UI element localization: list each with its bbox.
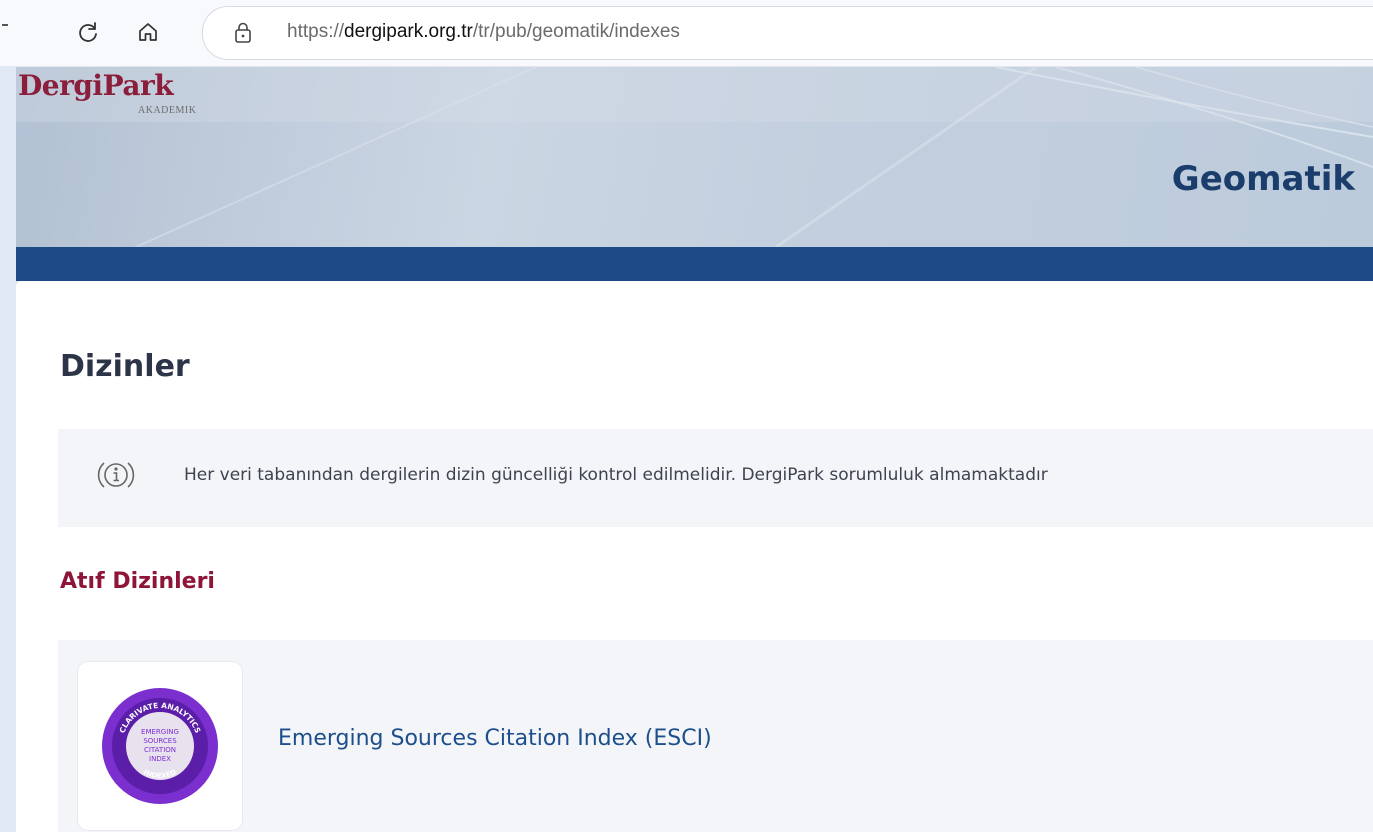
address-bar[interactable]: https://dergipark.org.tr/tr/pub/geomatik… (202, 6, 1373, 60)
info-text: Her veri tabanından dergilerin dizin gün… (184, 465, 1048, 485)
url-scheme: https:// (287, 21, 345, 42)
journal-title[interactable]: Geomatik (1172, 159, 1355, 199)
home-button[interactable] (130, 14, 166, 50)
logo-text: DergiPark (18, 69, 174, 102)
page-title: Dizinler (60, 349, 190, 384)
info-icon (97, 462, 135, 488)
header-decoration (16, 67, 1373, 247)
info-alert: Her veri tabanından dergilerin dizin gün… (58, 429, 1373, 527)
url-domain: dergipark.org.tr (344, 21, 473, 42)
dergipark-logo[interactable]: DergiPark AKADEMIK (18, 69, 196, 116)
badge-line: CITATION (144, 746, 176, 754)
reload-button[interactable] (70, 14, 106, 50)
section-title: Atıf Dizinleri (60, 569, 215, 594)
esci-badge-icon: CLARIVATE ANALYTICS INDEXED EMERGING SOU… (102, 688, 218, 804)
url-path: /tr/pub/geomatik/indexes (472, 21, 680, 42)
reload-icon (79, 22, 97, 42)
badge-line: EMERGING (141, 728, 179, 736)
site-header: DergiPark AKADEMIK Geomatik (16, 67, 1373, 247)
back-icon[interactable] (2, 24, 8, 26)
index-name-link[interactable]: Emerging Sources Citation Index (ESCI) (278, 726, 712, 751)
window-edge (0, 66, 16, 832)
logo-subtext: AKADEMIK (138, 105, 197, 116)
url-text: https://dergipark.org.tr/tr/pub/geomatik… (287, 21, 680, 43)
home-icon (139, 23, 157, 41)
badge-line: SOURCES (143, 737, 177, 745)
lock-icon[interactable] (233, 22, 253, 44)
index-logo-card[interactable]: CLARIVATE ANALYTICS INDEXED EMERGING SOU… (78, 662, 242, 830)
main-content: Dizinler Her veri tabanından dergilerin … (16, 281, 1373, 832)
browser-toolbar: https://dergipark.org.tr/tr/pub/geomatik… (0, 0, 1373, 67)
index-item[interactable]: CLARIVATE ANALYTICS INDEXED EMERGING SOU… (58, 640, 1373, 832)
nav-bar (16, 247, 1373, 281)
badge-line: INDEX (149, 755, 171, 763)
